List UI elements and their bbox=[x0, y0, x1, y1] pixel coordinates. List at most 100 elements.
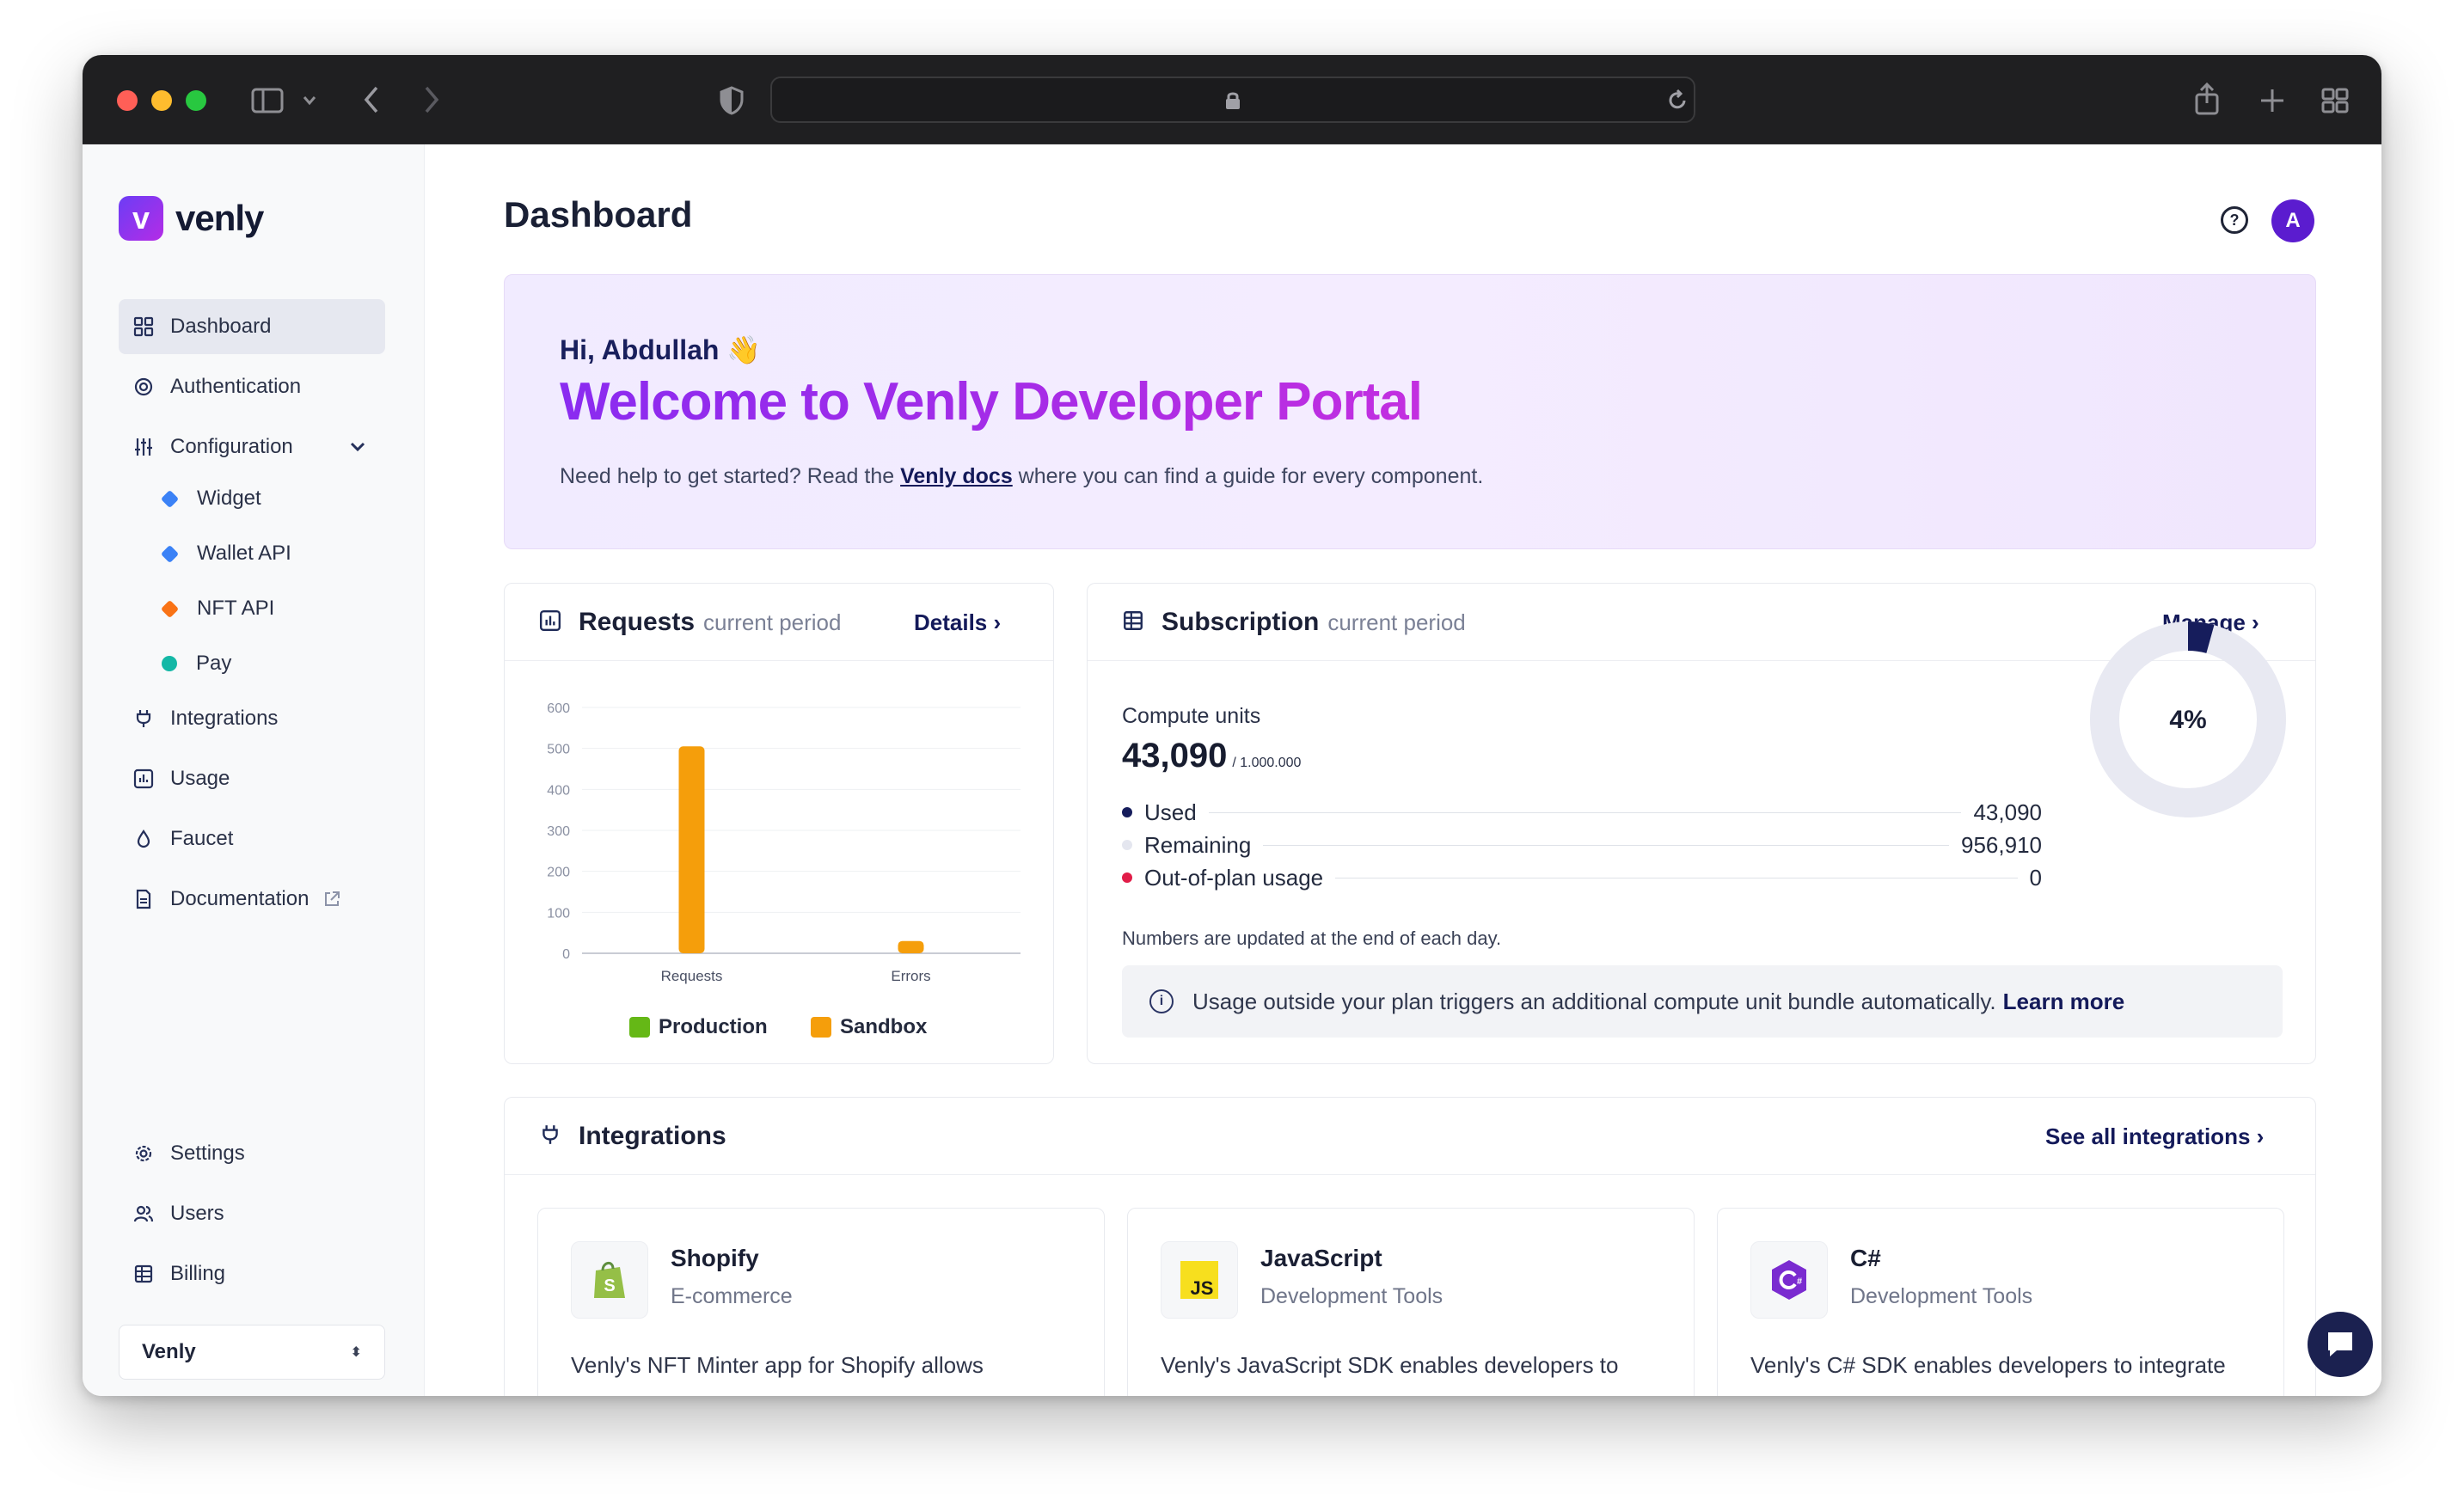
legend-label: Production bbox=[659, 1015, 768, 1038]
external-link-icon bbox=[325, 891, 340, 906]
chevron-down-icon[interactable] bbox=[349, 441, 366, 453]
x-tick-label: Errors bbox=[891, 968, 930, 984]
welcome-banner: Hi, Abdullah 👋 Welcome to Venly Develope… bbox=[504, 274, 2316, 549]
usage-info-box: i Usage outside your plan triggers an ad… bbox=[1122, 965, 2283, 1038]
y-tick-label: 300 bbox=[547, 824, 570, 839]
maximize-window-button[interactable] bbox=[186, 90, 206, 111]
chat-bubble-icon bbox=[2328, 1332, 2352, 1356]
avatar[interactable]: A bbox=[2271, 199, 2314, 242]
sidebar-toggle-icon[interactable] bbox=[251, 88, 284, 113]
shopify-logo: S bbox=[571, 1241, 648, 1319]
integration-category: E-commerce bbox=[671, 1284, 793, 1308]
chat-button[interactable] bbox=[2308, 1312, 2373, 1377]
grid-icon bbox=[133, 316, 154, 337]
subscription-card: Subscription current period Manage › Comp… bbox=[1087, 583, 2316, 1064]
js-icon: JS bbox=[1180, 1261, 1218, 1299]
sidebar-subitem-widget[interactable]: Widget bbox=[160, 478, 261, 519]
y-tick-label: 600 bbox=[547, 701, 570, 716]
welcome-subtitle-text: where you can find a guide for every com… bbox=[1012, 464, 1484, 488]
compute-units-total: / 1.000.000 bbox=[1232, 756, 1302, 770]
learn-more-link[interactable]: Learn more bbox=[2003, 989, 2125, 1015]
sidebar-item-dashboard[interactable]: Dashboard bbox=[119, 299, 385, 354]
plug-icon bbox=[136, 710, 151, 727]
brand-name: venly bbox=[175, 198, 264, 238]
back-arrow-icon[interactable] bbox=[363, 86, 380, 113]
sidebar-item-users[interactable]: Users bbox=[119, 1186, 385, 1241]
brand-logo[interactable]: v venly bbox=[119, 196, 264, 241]
billing-icon bbox=[1124, 611, 1143, 630]
organization-select[interactable]: Venly ⬍ bbox=[119, 1325, 385, 1380]
sidebar-subitem-pay[interactable]: Pay bbox=[162, 643, 231, 684]
share-icon[interactable] bbox=[2194, 83, 2220, 115]
details-label: Details bbox=[914, 609, 988, 635]
droplet-icon bbox=[137, 830, 150, 848]
venly-logo-icon: v bbox=[119, 196, 163, 241]
subscription-subtitle: current period bbox=[1327, 609, 1466, 635]
subscription-card-title: Subscription current period bbox=[1162, 608, 1466, 637]
sidebar-subitem-label: NFT API bbox=[197, 597, 275, 620]
sidebar-item-settings[interactable]: Settings bbox=[119, 1126, 385, 1181]
csharp-logo: # bbox=[1750, 1241, 1828, 1319]
integration-card-javascript[interactable]: JS JavaScript Development Tools Venly's … bbox=[1127, 1208, 1695, 1396]
bar-chart-icon bbox=[539, 609, 561, 632]
integration-category: Development Tools bbox=[1850, 1284, 2033, 1308]
close-window-button[interactable] bbox=[117, 90, 138, 111]
legend-sandbox[interactable]: Sandbox bbox=[811, 1015, 927, 1039]
new-tab-icon[interactable] bbox=[2259, 88, 2285, 113]
lock-icon bbox=[1226, 92, 1240, 109]
users-icon bbox=[133, 1205, 154, 1222]
integration-category: Development Tools bbox=[1260, 1284, 1443, 1308]
y-tick-label: 500 bbox=[547, 743, 570, 757]
bar-sandbox-requests bbox=[678, 746, 705, 953]
stat-label: Remaining bbox=[1144, 831, 1252, 858]
sidebar-item-faucet[interactable]: Faucet bbox=[119, 811, 385, 866]
stat-value: 0 bbox=[2029, 864, 2042, 891]
reload-icon[interactable] bbox=[1666, 89, 1689, 113]
sidebar-item-billing[interactable]: Billing bbox=[119, 1246, 385, 1301]
requests-details-link[interactable]: Details › bbox=[914, 609, 1001, 636]
select-arrows-icon: ⬍ bbox=[350, 1345, 362, 1360]
sidebar-item-label: Authentication bbox=[170, 375, 302, 398]
forward-arrow-icon[interactable] bbox=[423, 86, 440, 113]
venly-docs-link[interactable]: Venly docs bbox=[900, 464, 1013, 488]
integration-card-csharp[interactable]: # C# Development Tools Venly's C# SDK en… bbox=[1717, 1208, 2284, 1396]
chevron-down-icon[interactable] bbox=[303, 95, 316, 107]
y-tick-label: 400 bbox=[547, 783, 570, 798]
sidebar-item-documentation[interactable]: Documentation bbox=[119, 872, 385, 927]
minimize-window-button[interactable] bbox=[151, 90, 172, 111]
gear-icon bbox=[135, 1145, 152, 1162]
document-icon bbox=[136, 889, 151, 909]
integrations-card: Integrations See all integrations › S Sh… bbox=[504, 1097, 2316, 1396]
chevron-right-icon: › bbox=[2256, 1123, 2265, 1149]
sidebar-subitem-nft-api[interactable]: NFT API bbox=[160, 588, 275, 629]
tab-overview-icon[interactable] bbox=[2321, 88, 2349, 113]
integration-card-shopify[interactable]: S Shopify E-commerce Venly's NFT Minter … bbox=[537, 1208, 1105, 1396]
sidebar-subitem-wallet-api[interactable]: Wallet API bbox=[160, 533, 291, 574]
bullet-icon bbox=[1122, 807, 1132, 817]
address-bar[interactable] bbox=[770, 77, 1695, 123]
see-all-integrations-link[interactable]: See all integrations › bbox=[2045, 1123, 2264, 1150]
info-icon: i bbox=[1149, 989, 1174, 1013]
plug-icon bbox=[542, 1125, 558, 1144]
integration-name: JavaScript bbox=[1260, 1245, 1382, 1271]
sidebar-subitem-label: Pay bbox=[196, 652, 232, 675]
y-tick-label: 100 bbox=[547, 906, 570, 921]
legend-production[interactable]: Production bbox=[629, 1015, 768, 1039]
integration-description: Venly's NFT Minter app for Shopify allow… bbox=[571, 1352, 984, 1378]
shield-icon[interactable] bbox=[719, 86, 745, 115]
requests-card-header: Requests current period Details › bbox=[505, 584, 1053, 661]
sidebar-item-authentication[interactable]: Authentication bbox=[119, 359, 385, 414]
x-tick-label: Requests bbox=[661, 968, 723, 984]
sidebar-item-label: Configuration bbox=[170, 435, 293, 458]
sidebar-item-label: Billing bbox=[170, 1262, 226, 1285]
sidebar-item-integrations[interactable]: Integrations bbox=[119, 691, 385, 746]
usage-donut-chart: 4% bbox=[2090, 621, 2286, 817]
y-tick-label: 200 bbox=[547, 866, 570, 880]
stat-row-out-of-plan: Out-of-plan usage 0 bbox=[1122, 862, 2042, 893]
leader-line bbox=[1208, 811, 1962, 813]
sidebar-item-configuration[interactable]: Configuration bbox=[119, 419, 385, 474]
help-icon[interactable]: ? bbox=[2221, 206, 2248, 234]
sidebar-item-usage[interactable]: Usage bbox=[119, 751, 385, 806]
stat-value: 43,090 bbox=[1973, 799, 2042, 825]
integration-name: Shopify bbox=[671, 1245, 759, 1271]
